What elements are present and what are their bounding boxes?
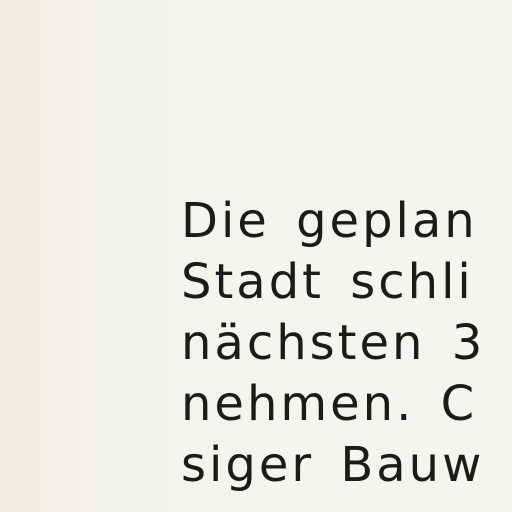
body-text-fragment: Die geplan Stadt schli nächsten 3 nehmen…: [181, 191, 512, 496]
text-line: siger Bauw: [181, 437, 485, 493]
text-line: Stadt schli: [181, 254, 474, 310]
text-line: Die geplan: [181, 193, 478, 249]
text-line: nehmen. C: [181, 376, 478, 432]
scanned-page: Die geplan Stadt schli nächsten 3 nehmen…: [0, 0, 512, 512]
text-line: nächsten 3: [181, 315, 486, 371]
